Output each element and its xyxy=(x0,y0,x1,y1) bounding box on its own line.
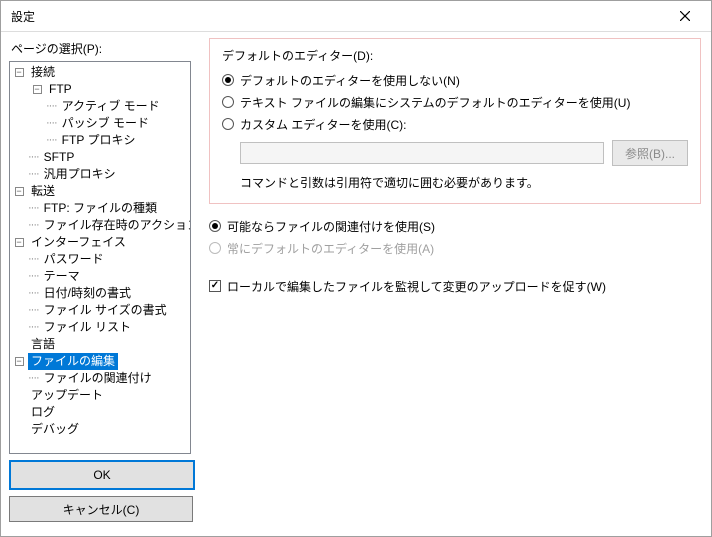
tree-filelist[interactable]: ····ファイル リスト xyxy=(10,319,190,336)
ok-button[interactable]: OK xyxy=(9,460,195,490)
default-editor-label: デフォルトのエディター(D): xyxy=(222,47,688,64)
tree-generic-proxy[interactable]: ····汎用プロキシ xyxy=(10,166,190,183)
tree-filesize[interactable]: ····ファイル サイズの書式 xyxy=(10,302,190,319)
tree-passive-mode[interactable]: ····パッシブ モード xyxy=(10,115,190,132)
radio-no-default[interactable]: デフォルトのエディターを使用しない(N) xyxy=(222,70,688,90)
tree-update[interactable]: アップデート xyxy=(10,387,190,404)
radio-icon xyxy=(222,74,234,86)
tree-ftp[interactable]: −FTP xyxy=(10,81,190,98)
dialog-buttons: OK キャンセル(C) xyxy=(9,460,191,528)
tree-connection[interactable]: −接続 xyxy=(10,64,190,81)
settings-dialog: { "title": "設定", "left": { "label": "ページ… xyxy=(0,0,712,537)
radio-always-default: 常にデフォルトのエディターを使用(A) xyxy=(209,238,701,258)
checkbox-icon xyxy=(209,280,221,292)
tree-ftp-proxy[interactable]: ····FTP プロキシ xyxy=(10,132,190,149)
radio-icon xyxy=(209,220,221,232)
default-editor-group: デフォルトのエディター(D): デフォルトのエディターを使用しない(N) テキス… xyxy=(209,38,701,204)
radio-icon xyxy=(209,242,221,254)
radio-use-assoc[interactable]: 可能ならファイルの関連付けを使用(S) xyxy=(209,216,701,236)
radio-system-default[interactable]: テキスト ファイルの編集にシステムのデフォルトのエディターを使用(U) xyxy=(222,92,688,112)
tree-language[interactable]: 言語 xyxy=(10,336,190,353)
tree-datetime[interactable]: ····日付/時刻の書式 xyxy=(10,285,190,302)
close-button[interactable] xyxy=(665,1,705,31)
browse-button[interactable]: 参照(B)... xyxy=(612,140,688,166)
custom-editor-input[interactable] xyxy=(240,142,604,164)
tree-ftp-filetypes[interactable]: ····FTP: ファイルの種類 xyxy=(10,200,190,217)
quote-hint: コマンドと引数は引用符で適切に囲む必要があります。 xyxy=(222,174,688,191)
radio-icon xyxy=(222,96,234,108)
dialog-body: ページの選択(P): −接続 −FTP ····アクティブ モード ····パッ… xyxy=(1,32,711,536)
custom-editor-row: 参照(B)... xyxy=(222,140,688,166)
tree-theme[interactable]: ····テーマ xyxy=(10,268,190,285)
tree-sftp[interactable]: ····SFTP xyxy=(10,149,190,166)
tree-debug[interactable]: デバッグ xyxy=(10,421,190,438)
page-select-label: ページの選択(P): xyxy=(11,40,191,57)
tree-active-mode[interactable]: ····アクティブ モード xyxy=(10,98,190,115)
tree-file-assoc[interactable]: ····ファイルの関連付け xyxy=(10,370,190,387)
cancel-button[interactable]: キャンセル(C) xyxy=(9,496,193,522)
settings-tree[interactable]: −接続 −FTP ····アクティブ モード ····パッシブ モード ····… xyxy=(9,61,191,454)
tree-transfer[interactable]: −転送 xyxy=(10,183,190,200)
tree-password[interactable]: ····パスワード xyxy=(10,251,190,268)
tree-interface[interactable]: −インターフェイス xyxy=(10,234,190,251)
tree-file-edit[interactable]: −ファイルの編集 xyxy=(10,353,190,370)
tree-file-exists[interactable]: ····ファイル存在時のアクション xyxy=(10,217,190,234)
close-icon xyxy=(680,11,690,21)
left-pane: ページの選択(P): −接続 −FTP ····アクティブ モード ····パッ… xyxy=(1,32,199,536)
tree-log[interactable]: ログ xyxy=(10,404,190,421)
titlebar: 設定 xyxy=(1,1,711,32)
window-title: 設定 xyxy=(11,8,665,25)
radio-custom-editor[interactable]: カスタム エディターを使用(C): xyxy=(222,114,688,134)
check-watch-local[interactable]: ローカルで編集したファイルを監視して変更のアップロードを促す(W) xyxy=(209,276,701,296)
right-pane: デフォルトのエディター(D): デフォルトのエディターを使用しない(N) テキス… xyxy=(199,32,711,536)
radio-icon xyxy=(222,118,234,130)
